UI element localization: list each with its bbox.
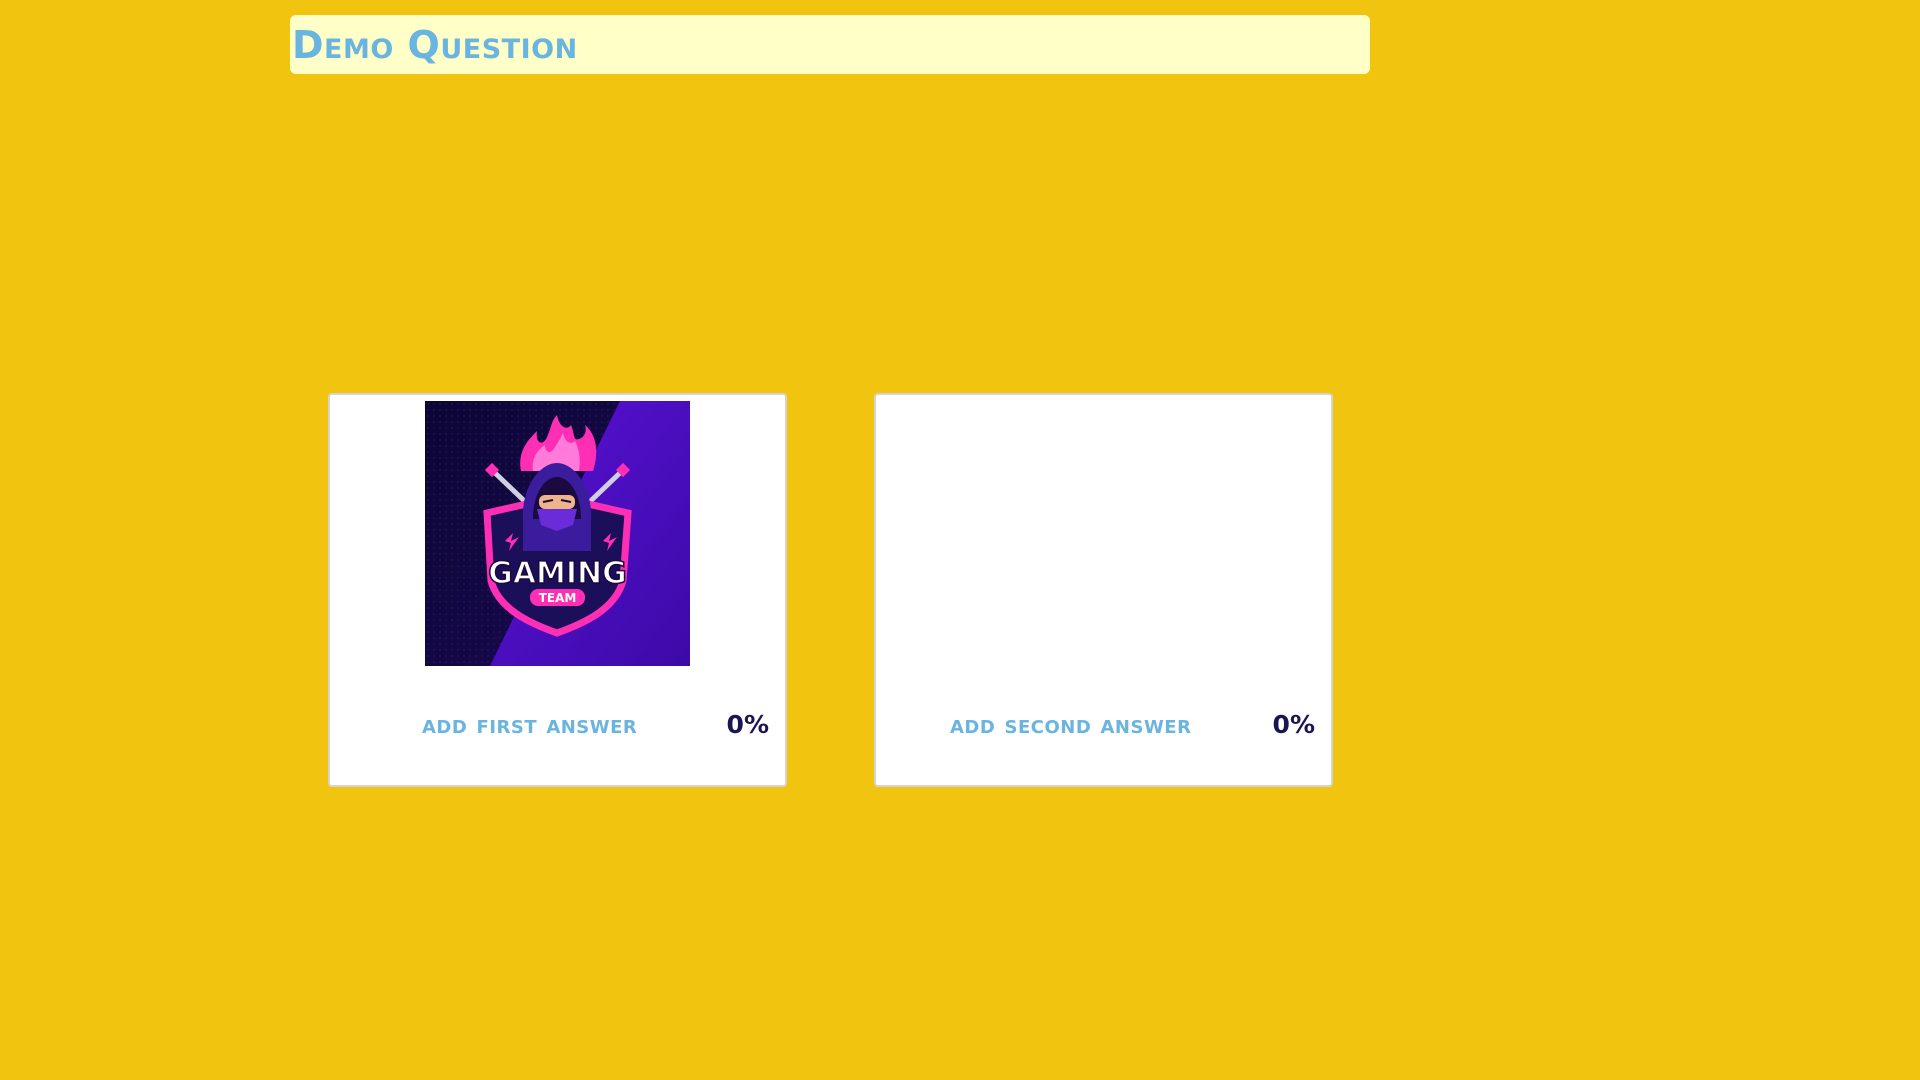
- question-title[interactable]: Demo Question: [292, 21, 578, 69]
- gaming-team-logo-image: GAMING TEAM: [425, 401, 690, 666]
- logo-subtext: TEAM: [539, 591, 577, 605]
- first-answer-input[interactable]: add first answer: [422, 707, 637, 743]
- question-bar: Demo Question: [290, 15, 1370, 74]
- second-answer-input[interactable]: add second answer: [950, 707, 1191, 743]
- gaming-team-ninja-logo-icon: GAMING TEAM: [425, 401, 690, 666]
- answer-card-second[interactable]: add second answer 0%: [874, 393, 1333, 787]
- first-answer-percent: 0%: [726, 710, 769, 739]
- answer-card-first[interactable]: GAMING TEAM add first answer 0%: [328, 393, 787, 787]
- empty-image-slot[interactable]: [971, 401, 1236, 666]
- logo-text: GAMING: [488, 556, 627, 591]
- second-answer-percent: 0%: [1272, 710, 1315, 739]
